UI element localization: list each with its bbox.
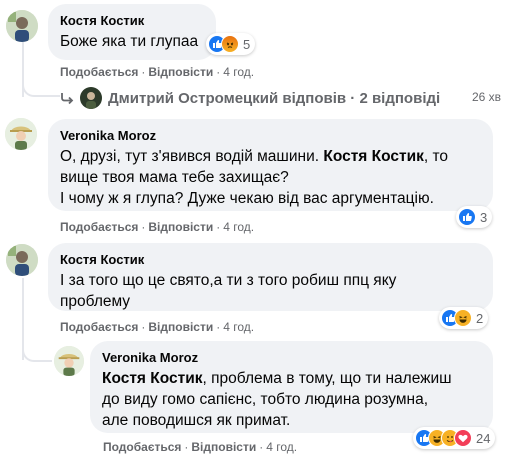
like-link[interactable]: Подобається — [60, 220, 138, 234]
comment-time[interactable]: 4 год. — [223, 220, 254, 234]
reactions-count: 3 — [480, 209, 488, 225]
comment-actions: Подобається · Відповісти · 4 год. — [60, 65, 255, 79]
reactions-pill[interactable]: 24 — [413, 427, 496, 449]
comment-time[interactable]: 4 год. — [223, 65, 254, 79]
avatar[interactable] — [54, 346, 84, 376]
like-link[interactable]: Подобається — [103, 440, 181, 454]
like-link[interactable]: Подобається — [60, 320, 138, 334]
comment-time[interactable]: 4 год. — [223, 320, 254, 334]
love-icon — [454, 429, 472, 447]
reply-arrow-icon — [61, 93, 74, 105]
avatar[interactable] — [6, 10, 38, 42]
comment-author[interactable]: Veronika Moroz — [60, 128, 481, 144]
reactions-count: 24 — [476, 430, 491, 446]
comment-text: І за того що це свято,а ти з того робиш … — [60, 272, 397, 310]
comment-author[interactable]: Костя Костик — [60, 252, 481, 268]
replies-time: 26 хв — [472, 90, 502, 104]
thread-curve — [22, 344, 52, 362]
comment-bubble: Костя Костик І за того що це свято,а ти … — [48, 243, 493, 311]
reply-link[interactable]: Відповісти — [191, 440, 256, 454]
reply-link[interactable]: Відповісти — [148, 65, 213, 79]
avatar[interactable] — [6, 244, 38, 276]
comment-text: Боже яка ти глупаа — [60, 33, 199, 50]
comment-bubble: Veronika Moroz О, друзі, тут з'явився во… — [48, 119, 493, 211]
replies-summary-text: Дмитрий Остромецкий відповів · 2 відпові… — [108, 89, 441, 107]
haha-icon — [454, 309, 472, 327]
angry-icon — [221, 35, 239, 53]
comment-author[interactable]: Veronika Moroz — [102, 350, 481, 366]
comment-time[interactable]: 4 год. — [266, 440, 297, 454]
mention-link[interactable]: Костя Костик — [102, 370, 203, 387]
avatar — [80, 87, 102, 109]
like-link[interactable]: Подобається — [60, 65, 138, 79]
reactions-count: 5 — [243, 36, 251, 52]
reactions-count: 2 — [476, 310, 484, 326]
comment-author[interactable]: Костя Костик — [60, 13, 204, 29]
comment-actions: Подобається · Відповісти · 4 год. — [60, 220, 255, 234]
comment-text: Костя Костик, проблема в тому, що ти нал… — [102, 370, 452, 429]
reactions-pill[interactable]: 5 — [206, 33, 256, 55]
comment-bubble: Костя Костик Боже яка ти глупаа — [48, 4, 216, 60]
reactions-pill[interactable]: 2 — [439, 307, 489, 329]
thread-curve — [22, 80, 60, 97]
comment-text: О, друзі, тут з'явився водій машини. Кос… — [60, 148, 449, 207]
view-replies-link[interactable]: Дмитрий Остромецкий відповів · 2 відпові… — [60, 87, 440, 109]
mention-link[interactable]: Костя Костик — [323, 148, 424, 165]
reply-link[interactable]: Відповісти — [148, 320, 213, 334]
comment-actions: Подобається · Відповісти · 4 год. — [60, 320, 255, 334]
comment-bubble: Veronika Moroz Костя Костик, проблема в … — [90, 341, 493, 433]
reactions-pill[interactable]: 3 — [456, 206, 493, 228]
reply-link[interactable]: Відповісти — [148, 220, 213, 234]
avatar[interactable] — [5, 118, 37, 150]
comment-actions: Подобається · Відповісти · 4 год. — [103, 440, 298, 454]
like-icon — [458, 208, 476, 226]
